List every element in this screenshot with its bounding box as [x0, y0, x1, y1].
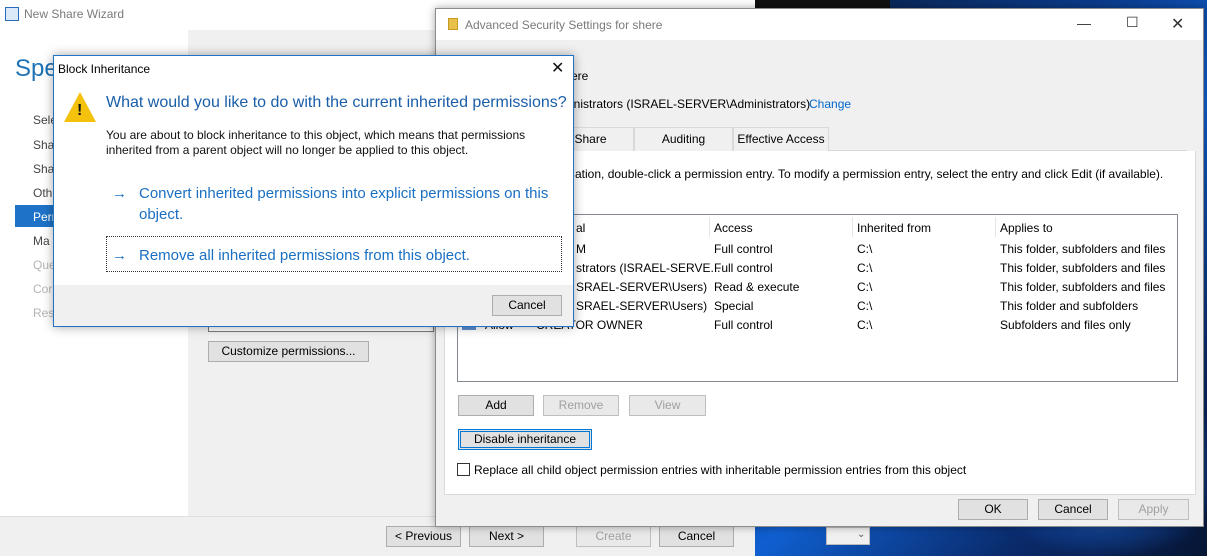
- view-button: View: [629, 395, 706, 416]
- dialog-cancel-button[interactable]: Cancel: [492, 295, 562, 316]
- create-button: Create: [576, 526, 651, 547]
- permissions-instruction: ation, double-click a permission entry. …: [575, 167, 1164, 181]
- dialog-close-icon[interactable]: ✕: [551, 58, 564, 78]
- wizard-step-4[interactable]: Oth: [33, 186, 52, 200]
- tab-effective-access[interactable]: Effective Access: [733, 127, 829, 151]
- warning-exclamation: !: [77, 102, 83, 119]
- replace-child-permissions-checkbox[interactable]: [457, 463, 470, 476]
- dialog-title: Block Inheritance: [58, 62, 151, 76]
- row-inherited-from[interactable]: C:\: [857, 280, 872, 294]
- wizard-step-3[interactable]: Sha: [33, 162, 54, 176]
- row-principal[interactable]: M: [576, 242, 586, 256]
- dialog-question: What would you like to do with the curre…: [106, 94, 567, 111]
- ok-button[interactable]: OK: [958, 499, 1028, 520]
- chevron-down-icon: ⌄: [857, 529, 866, 540]
- previous-button[interactable]: < Previous: [386, 526, 461, 547]
- apply-button: Apply: [1118, 499, 1189, 520]
- arrow-right-icon: →: [112, 247, 127, 264]
- row-access[interactable]: Special: [714, 299, 753, 313]
- column-header-access[interactable]: Access: [714, 221, 753, 235]
- convert-permissions-label: Convert inherited permissions into expli…: [139, 185, 549, 223]
- remove-permissions-option[interactable]: → Remove all inherited permissions from …: [112, 245, 552, 267]
- wizard-cancel-button[interactable]: Cancel: [659, 526, 734, 547]
- row-principal[interactable]: strators (ISRAEL-SERVE...: [576, 261, 721, 275]
- maximize-icon[interactable]: ☐: [1126, 14, 1139, 31]
- owner-value: inistrators (ISRAEL-SERVER\Administrator…: [571, 97, 811, 111]
- column-header-inherited-from[interactable]: Inherited from: [857, 221, 931, 235]
- row-access[interactable]: Full control: [714, 242, 773, 256]
- convert-permissions-option[interactable]: → Convert inherited permissions into exp…: [112, 183, 552, 227]
- wizard-step-6[interactable]: Ma: [33, 234, 50, 248]
- wizard-app-icon: [5, 7, 19, 21]
- row-access[interactable]: Full control: [714, 318, 773, 332]
- customize-permissions-button[interactable]: Customize permissions...: [208, 341, 369, 362]
- row-principal[interactable]: SRAEL-SERVER\Users): [576, 280, 707, 294]
- column-header-principal[interactable]: al: [576, 221, 585, 235]
- folder-icon: [448, 18, 458, 30]
- row-applies-to[interactable]: This folder, subfolders and files: [1000, 242, 1165, 256]
- remove-permissions-label: Remove all inherited permissions from th…: [139, 247, 470, 264]
- arrow-right-icon: →: [112, 185, 127, 202]
- wizard-step-2[interactable]: Sha: [33, 138, 54, 152]
- wizard-step-9: Res: [33, 306, 55, 320]
- column-divider: [709, 217, 710, 237]
- row-applies-to[interactable]: This folder and subfolders: [1000, 299, 1138, 313]
- row-inherited-from[interactable]: C:\: [857, 261, 872, 275]
- add-button[interactable]: Add: [458, 395, 534, 416]
- row-applies-to[interactable]: Subfolders and files only: [1000, 318, 1131, 332]
- row-inherited-from[interactable]: C:\: [857, 299, 872, 313]
- minimize-icon[interactable]: —: [1077, 15, 1091, 31]
- row-access[interactable]: Full control: [714, 261, 773, 275]
- row-applies-to[interactable]: This folder, subfolders and files: [1000, 280, 1165, 294]
- disable-inheritance-button[interactable]: Disable inheritance: [458, 429, 592, 450]
- row-applies-to[interactable]: This folder, subfolders and files: [1000, 261, 1165, 275]
- remove-button: Remove: [543, 395, 619, 416]
- advanced-titlebar: Advanced Security Settings for shere — ☐…: [436, 9, 1203, 40]
- block-inheritance-dialog: Block Inheritance ✕ ! What would you lik…: [53, 55, 574, 327]
- replace-child-permissions-label[interactable]: Replace all child object permission entr…: [474, 463, 966, 477]
- row-inherited-from[interactable]: C:\: [857, 318, 872, 332]
- tab-auditing[interactable]: Auditing: [634, 127, 733, 151]
- wizard-page-heading: Spe: [15, 55, 58, 82]
- wizard-title: New Share Wizard: [24, 7, 125, 21]
- close-icon[interactable]: ✕: [1171, 14, 1184, 34]
- wizard-step-8: Cor: [33, 282, 53, 296]
- dialog-message: You are about to block inheritance to th…: [106, 128, 526, 157]
- advanced-window-title: Advanced Security Settings for shere: [465, 18, 663, 32]
- column-header-applies-to[interactable]: Applies to: [1000, 221, 1053, 235]
- row-access[interactable]: Read & execute: [714, 280, 799, 294]
- background-window-fragment: ⌄: [826, 527, 870, 545]
- advanced-cancel-button[interactable]: Cancel: [1038, 499, 1108, 520]
- row-inherited-from[interactable]: C:\: [857, 242, 872, 256]
- next-button[interactable]: Next >: [469, 526, 544, 547]
- column-divider: [995, 217, 996, 237]
- column-divider: [852, 217, 853, 237]
- row-principal[interactable]: SRAEL-SERVER\Users): [576, 299, 707, 313]
- owner-change-link[interactable]: Change: [809, 97, 851, 111]
